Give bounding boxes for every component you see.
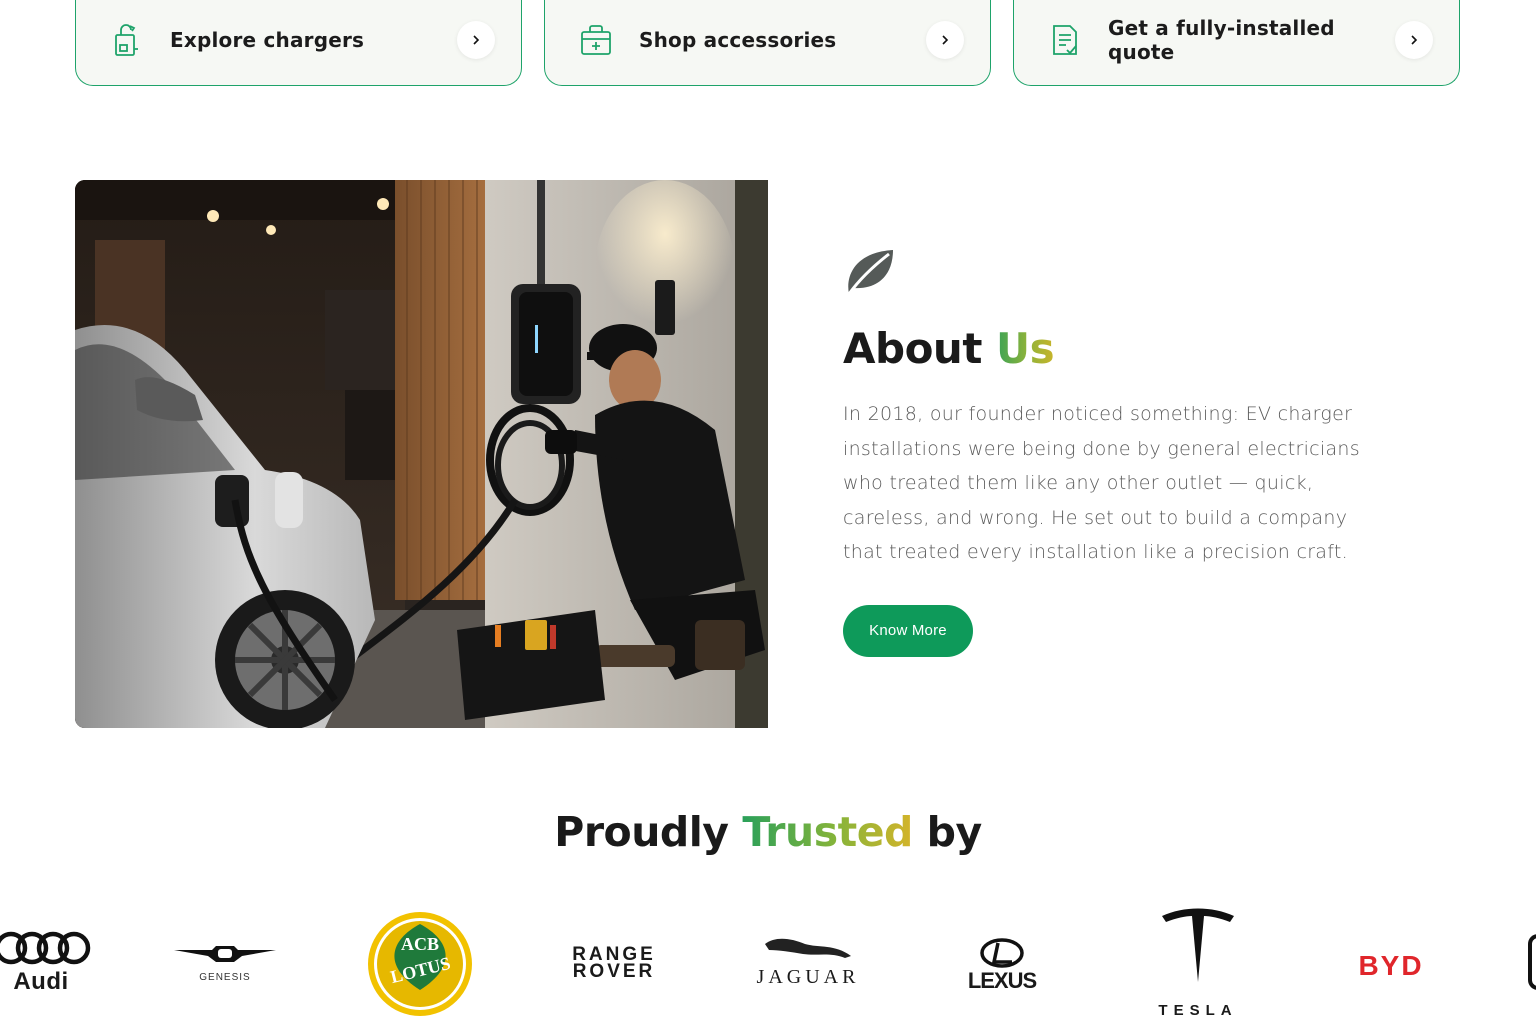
jaguar-wordmark: JAGUAR [756, 966, 860, 988]
trusted-title-after: by [926, 808, 983, 856]
audi-logo: Audi [0, 930, 96, 996]
explore-chargers-card[interactable]: Explore chargers [75, 0, 522, 86]
chevron-right-icon[interactable] [926, 20, 964, 59]
tesla-wordmark: TESLA [1158, 1002, 1238, 1019]
card-label: Shop accessories [639, 27, 837, 52]
audi-rings-icon [0, 931, 91, 965]
lexus-wordmark: LEXUS [967, 968, 1037, 993]
trusted-title-before: Proudly [554, 808, 729, 856]
installer-photo [75, 180, 768, 728]
lotus-logo: ACB LOTUS [366, 910, 474, 1018]
byd-logo: BYD [1336, 950, 1446, 982]
chevron-right-icon[interactable] [457, 20, 495, 59]
about-title: About Us [843, 324, 1403, 373]
shopping-bag-icon [579, 21, 613, 59]
tesla-logo: TESLA [1148, 908, 1248, 1019]
about-title-accent: Us [996, 324, 1055, 373]
card-label: Explore chargers [170, 27, 365, 52]
genesis-logo: GENESIS [170, 944, 280, 983]
range-rover-line2: ROVER [572, 961, 656, 982]
brand-logo-strip: Audi GENESIS ACB LOTUS RANGE ROVER JAGUA… [0, 900, 1536, 1024]
about-title-main: About [843, 324, 982, 373]
byd-wordmark: BYD [1358, 950, 1424, 981]
about-section: About Us In 2018, our founder noticed so… [843, 244, 1403, 657]
genesis-wordmark: GENESIS [199, 972, 251, 983]
get-quote-card[interactable]: Get a fully-installed quote [1013, 0, 1460, 86]
jaguar-logo: JAGUAR [752, 934, 864, 989]
charger-icon [110, 21, 144, 59]
lexus-emblem-icon [980, 938, 1024, 968]
jaguar-leaper-icon [765, 938, 851, 958]
genesis-wings-icon [174, 946, 276, 962]
chevron-right-icon[interactable] [1395, 20, 1433, 59]
trusted-title: Proudly Trusted by [0, 808, 1536, 856]
svg-text:ACB: ACB [401, 934, 439, 954]
card-label: Get a fully-installed quote [1108, 15, 1335, 64]
quote-document-icon [1048, 21, 1082, 59]
tesla-t-icon [1162, 908, 1234, 982]
know-more-button[interactable]: Know More [843, 604, 973, 657]
trusted-title-accent: Trusted [742, 808, 913, 856]
action-cards: Explore chargers Shop accessories Get a … [75, 0, 1461, 86]
lexus-logo: LEXUS [946, 938, 1058, 994]
shop-accessories-card[interactable]: Shop accessories [544, 0, 991, 86]
about-body: In 2018, our founder noticed something: … [843, 403, 1360, 564]
leaf-icon [843, 244, 897, 298]
next-logo-partial [1528, 934, 1536, 990]
audi-wordmark: Audi [13, 968, 69, 995]
range-rover-logo: RANGE ROVER [560, 945, 668, 982]
